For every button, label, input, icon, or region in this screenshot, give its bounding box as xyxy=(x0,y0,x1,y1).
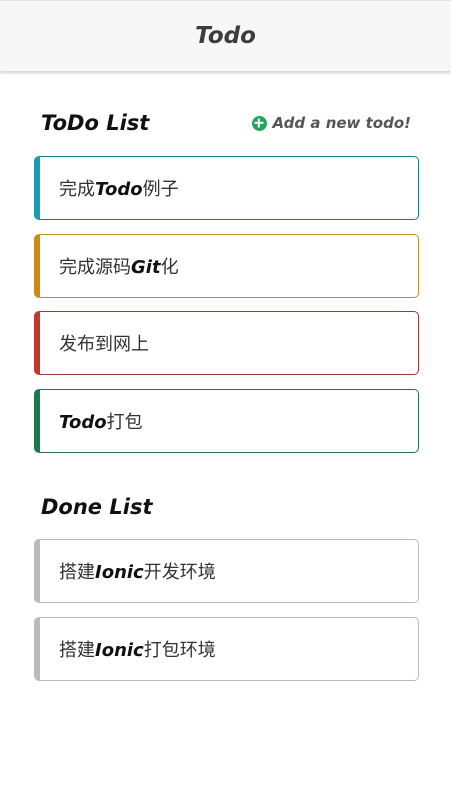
todo-item-text: 完成源码Git化 xyxy=(59,257,179,278)
done-item-text: 搭建Ionic开发环境 xyxy=(59,562,216,583)
todo-item[interactable]: 发布到网上 xyxy=(34,311,419,375)
todo-item-text: 完成Todo例子 xyxy=(59,179,179,200)
page-title: Todo xyxy=(195,23,256,49)
todo-section-header: ToDo List Add a new todo! xyxy=(41,108,419,138)
todo-item[interactable]: 完成源码Git化 xyxy=(34,234,419,298)
todo-item[interactable]: Todo打包 xyxy=(34,389,419,453)
todo-list-title: ToDo List xyxy=(41,111,150,135)
todo-item-text: Todo打包 xyxy=(59,412,143,433)
done-section-header: Done List xyxy=(41,492,419,522)
add-todo-label: Add a new todo! xyxy=(272,114,411,132)
done-item[interactable]: 搭建Ionic打包环境 xyxy=(34,617,419,681)
done-item[interactable]: 搭建Ionic开发环境 xyxy=(34,539,419,603)
todo-item[interactable]: 完成Todo例子 xyxy=(34,156,419,220)
app-header: Todo xyxy=(0,0,451,71)
done-list-title: Done List xyxy=(41,495,153,519)
done-item-text: 搭建Ionic打包环境 xyxy=(59,640,216,661)
add-circle-icon xyxy=(251,115,267,131)
add-todo-button[interactable]: Add a new todo! xyxy=(251,114,411,132)
todo-item-text: 发布到网上 xyxy=(59,334,149,355)
